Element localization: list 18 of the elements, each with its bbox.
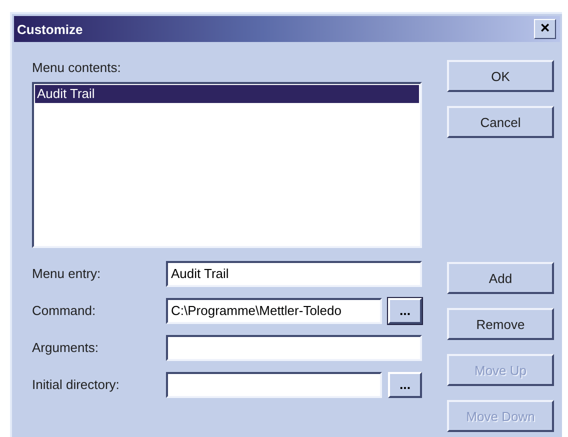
- input-field[interactable]: [166, 372, 382, 398]
- dialog-button[interactable]: Remove: [447, 308, 554, 340]
- browse-button[interactable]: ...: [388, 298, 422, 324]
- dialog-button[interactable]: Add: [447, 262, 554, 294]
- close-button[interactable]: ×: [534, 19, 556, 39]
- input-field[interactable]: [166, 334, 422, 360]
- menu-contents-label: Menu contents:: [32, 60, 122, 77]
- field-label: Menu entry:: [32, 266, 102, 281]
- field-label: Arguments:: [32, 340, 100, 355]
- field-label: Initial directory:: [32, 377, 120, 392]
- dialog-button[interactable]: OK: [447, 60, 554, 92]
- input-field[interactable]: C:\Programme\Mettler-Toledo: [166, 298, 382, 324]
- browse-button[interactable]: ...: [388, 372, 422, 398]
- input-field[interactable]: Audit Trail: [166, 260, 422, 286]
- list-item[interactable]: Audit Trail: [35, 85, 419, 103]
- window-title: Customize: [17, 22, 83, 36]
- field-label: Command:: [32, 303, 97, 318]
- dialog-button[interactable]: Cancel: [447, 106, 554, 138]
